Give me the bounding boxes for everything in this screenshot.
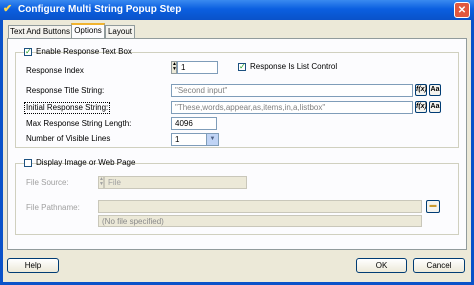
initial-string-text-button[interactable]: Aa	[429, 101, 441, 113]
visible-lines-value: 1	[175, 135, 180, 144]
max-length-label: Max Response String Length:	[26, 119, 132, 128]
chevron-down-icon[interactable]: ▼	[206, 134, 218, 145]
tab-options[interactable]: Options	[71, 23, 105, 39]
display-image-checkbox[interactable]	[24, 159, 32, 167]
title-string-text-button[interactable]: Aa	[429, 84, 441, 96]
title-string-label: Response Title String:	[26, 86, 105, 95]
checkmark-icon: ✔	[3, 3, 13, 15]
file-source-label: File Source:	[26, 178, 69, 187]
cancel-button[interactable]: Cancel	[413, 258, 465, 273]
help-button[interactable]: Help	[7, 258, 59, 273]
enable-response-label: Enable Response Text Box	[36, 47, 132, 56]
display-image-label: Display Image or Web Page	[36, 158, 136, 167]
tab-layout[interactable]: Layout	[105, 25, 135, 38]
response-index-input[interactable]: 1	[177, 61, 218, 74]
title-string-input[interactable]: "Second input"	[171, 84, 413, 97]
visible-lines-label: Number of Visible Lines	[26, 134, 111, 143]
list-control-label: Response Is List Control	[250, 62, 338, 71]
file-pathname-status: (No file specified)	[98, 215, 422, 227]
initial-string-input[interactable]: "These,words,appear,as,items,in,a,listbo…	[171, 101, 413, 114]
visible-lines-select[interactable]: 1 ▼	[171, 133, 219, 146]
title-string-formula-button[interactable]: f(x)	[415, 84, 427, 96]
file-pathname-input	[98, 200, 422, 213]
folder-icon: ▬	[426, 200, 440, 213]
initial-string-label: Initial Response String:	[24, 102, 111, 114]
file-pathname-label: File Pathname:	[26, 203, 80, 212]
ok-button[interactable]: OK	[356, 258, 407, 273]
initial-string-formula-button[interactable]: f(x)	[415, 101, 427, 113]
window-title: Configure Multi String Popup Step	[18, 4, 182, 15]
max-length-input[interactable]: 4096	[171, 117, 217, 130]
response-index-label: Response Index	[26, 66, 84, 75]
tab-text-and-buttons[interactable]: Text And Buttons	[8, 25, 72, 38]
enable-response-checkbox[interactable]: ✓	[24, 48, 32, 56]
title-bar: ✔ Configure Multi String Popup Step ✕	[0, 0, 474, 20]
list-control-checkbox[interactable]: ✓	[238, 63, 246, 71]
close-button[interactable]: ✕	[454, 2, 470, 18]
file-source-input: File	[104, 176, 247, 189]
